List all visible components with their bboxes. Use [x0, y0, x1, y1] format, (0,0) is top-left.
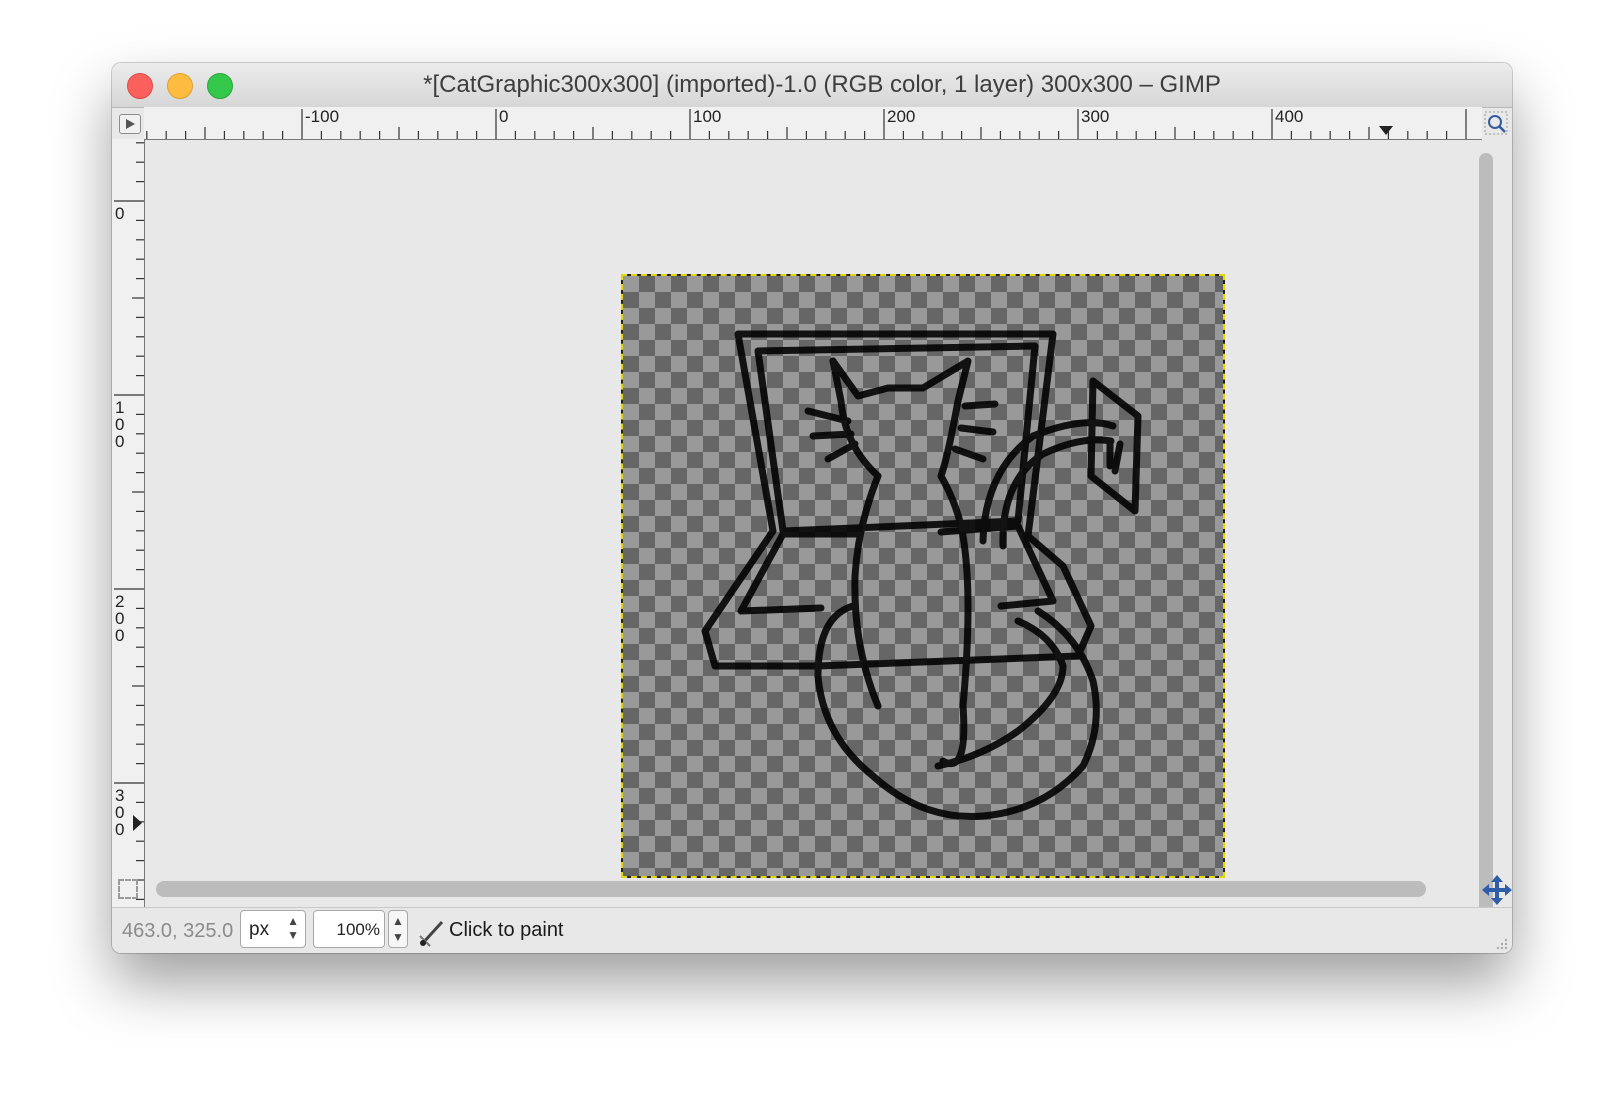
unit-value: px: [249, 919, 270, 940]
ruler-label: 400: [1275, 107, 1303, 126]
horizontal-ruler-ticks: -100 0 100 200 300 400: [146, 107, 1467, 139]
gimp-image-window: *[CatGraphic300x300] (imported)-1.0 (RGB…: [112, 63, 1512, 953]
zoom-value: 100%: [336, 920, 380, 939]
paintbrush-icon: [419, 920, 444, 947]
pointer-marker: [133, 815, 142, 831]
ruler-label: 0: [115, 626, 124, 645]
pointer-marker: [1379, 126, 1393, 135]
cat-laptop-graphic: [701, 330, 1142, 820]
unit-selector[interactable]: px ▲ ▼: [240, 910, 306, 948]
image-layer[interactable]: [621, 274, 1225, 878]
title-bar[interactable]: *[CatGraphic300x300] (imported)-1.0 (RGB…: [112, 63, 1512, 108]
vertical-ruler-ticks: 0100200300: [114, 142, 144, 920]
unit-spinner-icon[interactable]: ▲ ▼: [287, 914, 299, 942]
ruler-label: 0: [115, 204, 124, 223]
ruler-label: 0: [115, 432, 124, 451]
resize-grip-icon[interactable]: [1494, 936, 1508, 950]
status-bar: 463.0, 325.0 px ▲ ▼ 100% ▲ ▼ Click to pain…: [112, 907, 1512, 953]
horizontal-ruler[interactable]: -100 0 100 200 300 400: [144, 107, 1482, 140]
window-title: *[CatGraphic300x300] (imported)-1.0 (RGB…: [423, 71, 1221, 98]
triangle-right-icon: [126, 119, 135, 129]
status-message: Click to paint: [449, 919, 564, 941]
zoom-selector[interactable]: 100%: [313, 910, 385, 948]
vertical-ruler[interactable]: 0100200300: [112, 139, 145, 923]
ruler-label: 300: [1081, 107, 1109, 126]
ruler-label: 200: [887, 107, 915, 126]
zoom-icon[interactable]: [1484, 111, 1508, 135]
vertical-scrollbar[interactable]: [1479, 153, 1493, 923]
ruler-label: -100: [305, 107, 339, 126]
image-menu-button[interactable]: [119, 114, 141, 134]
ruler-label: 0: [115, 820, 124, 839]
horizontal-scrollbar[interactable]: [156, 881, 1426, 897]
zoom-spinner-icon[interactable]: ▲ ▼: [388, 910, 408, 948]
ruler-label: 0: [499, 107, 508, 126]
ruler-label: 100: [693, 107, 721, 126]
move-cross-icon[interactable]: [1482, 875, 1512, 905]
image-canvas[interactable]: [145, 140, 1470, 953]
pointer-coordinates: 463.0, 325.0: [122, 920, 234, 942]
quick-mask-icon[interactable]: [118, 879, 138, 899]
